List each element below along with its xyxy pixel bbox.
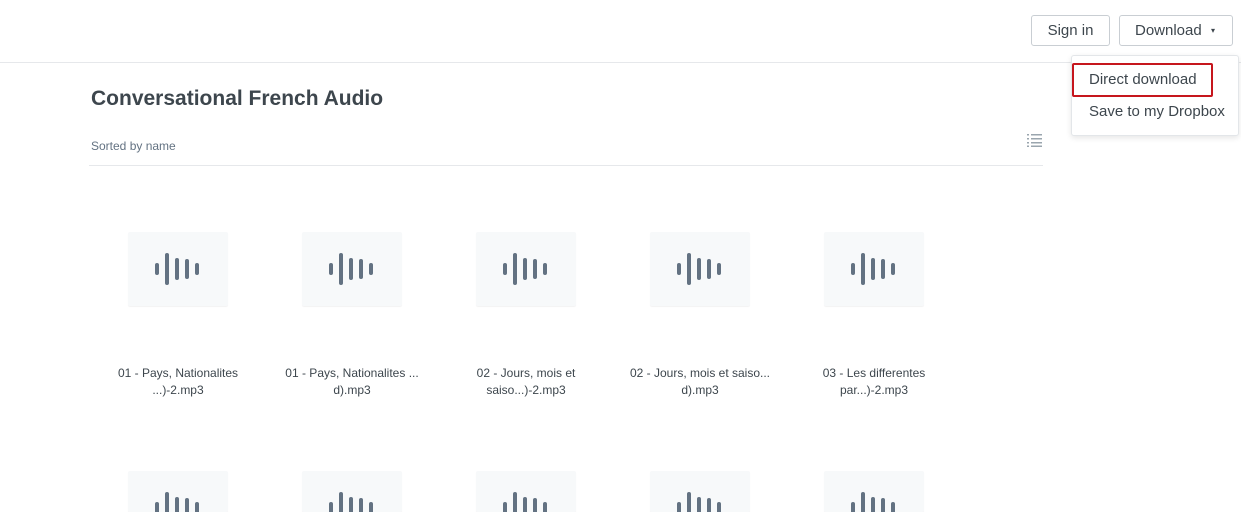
file-name-line-2: d).mp3 (333, 383, 371, 397)
file-name-label[interactable]: 02 - Jours, mois et saiso... d).mp3 (625, 365, 775, 399)
menu-item-direct-download[interactable]: Direct download (1089, 71, 1197, 88)
file-thumbnail[interactable] (650, 471, 750, 512)
file-name-line-1: 02 - Jours, mois et (476, 366, 576, 380)
list-view-icon[interactable] (1027, 134, 1042, 147)
sign-in-button[interactable]: Sign in (1031, 15, 1110, 46)
file-name-line-2: saiso...)-2.mp3 (486, 383, 566, 397)
menu-item-save-to-dropbox[interactable]: Save to my Dropbox (1089, 103, 1225, 120)
top-bar: Sign in Download ▾ (0, 0, 1241, 63)
audio-waveform-icon (155, 492, 199, 512)
file-name-line-1: 01 - Pays, Nationalites ... (285, 366, 419, 380)
caret-down-icon: ▾ (1210, 26, 1215, 35)
file-thumbnail[interactable] (824, 232, 924, 306)
file-name-line-1: 03 - Les differentes (822, 366, 926, 380)
download-button[interactable]: Download ▾ (1119, 15, 1233, 46)
file-name-line-2: par...)-2.mp3 (839, 383, 909, 397)
file-thumbnail[interactable] (128, 232, 228, 306)
audio-waveform-icon (329, 253, 373, 285)
file-thumbnail[interactable] (302, 471, 402, 512)
sort-label[interactable]: Sorted by name (91, 139, 176, 153)
folder-title: Conversational French Audio (91, 87, 384, 110)
file-name-line-1: 02 - Jours, mois et saiso... (629, 366, 771, 380)
file-thumbnail[interactable] (824, 471, 924, 512)
audio-waveform-icon (155, 253, 199, 285)
audio-waveform-icon (503, 253, 547, 285)
file-name-label[interactable]: 01 - Pays, Nationalites ... d).mp3 (277, 365, 427, 399)
file-thumbnail[interactable] (302, 232, 402, 306)
audio-waveform-icon (677, 253, 721, 285)
audio-waveform-icon (851, 253, 895, 285)
audio-waveform-icon (851, 492, 895, 512)
audio-waveform-icon (329, 492, 373, 512)
file-thumbnail[interactable] (650, 232, 750, 306)
audio-waveform-icon (503, 492, 547, 512)
file-name-line-1: 01 - Pays, Nationalites (117, 366, 239, 380)
file-name-label[interactable]: 03 - Les differentes par...)-2.mp3 (799, 365, 949, 399)
header-divider (89, 165, 1043, 166)
file-name-label[interactable]: 02 - Jours, mois et saiso...)-2.mp3 (451, 365, 601, 399)
file-name-line-2: d).mp3 (681, 383, 719, 397)
download-button-label: Download (1135, 22, 1202, 39)
file-thumbnail[interactable] (128, 471, 228, 512)
file-name-line-2: ...)-2.mp3 (152, 383, 204, 397)
file-thumbnail[interactable] (476, 471, 576, 512)
download-dropdown-menu: Direct download Save to my Dropbox (1071, 55, 1239, 136)
file-name-label[interactable]: 01 - Pays, Nationalites ...)-2.mp3 (103, 365, 253, 399)
audio-waveform-icon (677, 492, 721, 512)
file-thumbnail[interactable] (476, 232, 576, 306)
